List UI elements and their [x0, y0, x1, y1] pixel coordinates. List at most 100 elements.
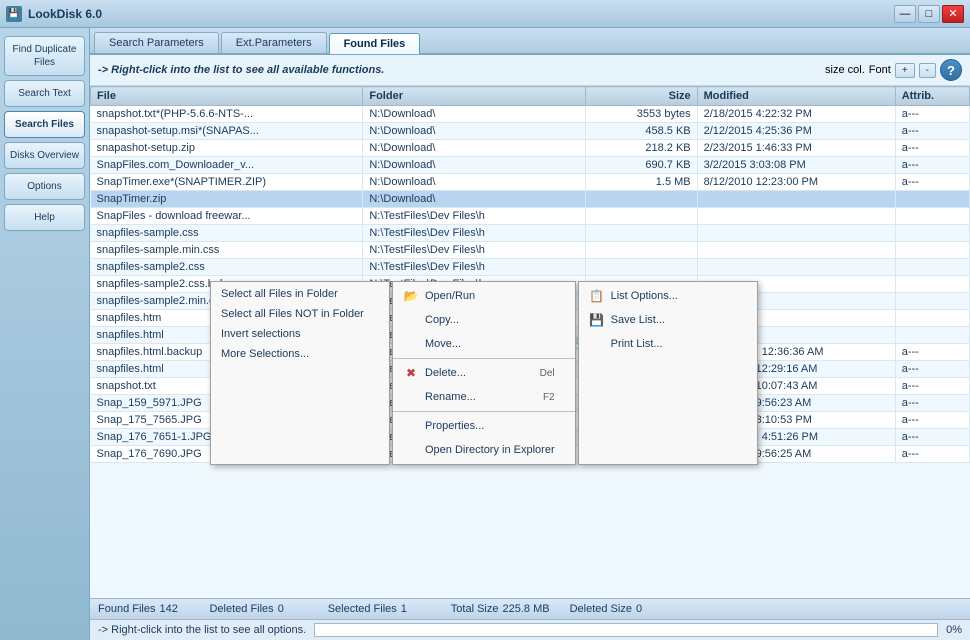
table-cell: a---	[895, 123, 969, 140]
sidebar-item-options[interactable]: Options	[4, 173, 85, 200]
table-cell: SnapTimer.zip	[91, 191, 363, 208]
menu-save-list[interactable]: 💾 Save List...	[579, 308, 757, 332]
table-cell	[895, 242, 969, 259]
app-title: LookDisk 6.0	[28, 7, 102, 21]
menu-print-list[interactable]: Print List...	[579, 332, 757, 356]
table-cell: 458.5 KB	[586, 123, 697, 140]
sidebar-item-search-text[interactable]: Search Text	[4, 80, 85, 107]
delete-icon: ✖	[403, 365, 419, 381]
table-row[interactable]: SnapFiles.com_Downloader_v...N:\Download…	[91, 157, 970, 174]
menu-invert-selections[interactable]: Invert selections	[211, 324, 389, 344]
menu-more-selections[interactable]: More Selections...	[211, 344, 389, 364]
menu-rename[interactable]: Rename... F2	[393, 385, 575, 409]
table-row[interactable]: SnapTimer.zipN:\Download\	[91, 191, 970, 208]
sidebar-item-help[interactable]: Help	[4, 204, 85, 231]
open-run-icon: 📂	[403, 288, 419, 304]
menu-list-options[interactable]: 📋 List Options...	[579, 284, 757, 308]
col-header-file: File	[91, 87, 363, 106]
help-button[interactable]: ?	[940, 59, 962, 81]
statusbar: Found Files 142 Deleted Files 0 Selected…	[90, 598, 970, 619]
table-cell	[895, 276, 969, 293]
progress-bar	[314, 623, 938, 637]
table-cell: a---	[895, 174, 969, 191]
table-cell	[586, 208, 697, 225]
menu-divider-1	[393, 358, 575, 359]
deleted-size-value: 0	[636, 603, 666, 615]
deleted-size-stat: Deleted Size 0	[570, 603, 666, 615]
table-cell: N:\TestFiles\Dev Files\h	[363, 242, 586, 259]
table-row[interactable]: SnapTimer.exe*(SNAPTIMER.ZIP)N:\Download…	[91, 174, 970, 191]
found-files-toolbar: -> Right-click into the list to see all …	[90, 55, 970, 86]
table-cell: a---	[895, 395, 969, 412]
table-cell	[895, 310, 969, 327]
tab-bar: Search Parameters Ext.Parameters Found F…	[90, 28, 970, 55]
table-cell	[586, 259, 697, 276]
menu-select-not-in-folder[interactable]: Select all Files NOT in Folder	[211, 304, 389, 324]
close-button[interactable]: ✕	[942, 5, 964, 23]
found-files-label: Found Files	[98, 603, 155, 615]
sidebar-item-find-duplicate[interactable]: Find Duplicate Files	[4, 36, 85, 76]
table-cell: snapfiles-sample.css	[91, 225, 363, 242]
table-cell: N:\Download\	[363, 157, 586, 174]
table-cell: a---	[895, 140, 969, 157]
table-cell: a---	[895, 344, 969, 361]
deleted-files-stat: Deleted Files 0	[209, 603, 307, 615]
deleted-size-label: Deleted Size	[570, 603, 632, 615]
statusbar-row: Found Files 142 Deleted Files 0 Selected…	[98, 603, 962, 615]
file-table-container: File Folder Size Modified Attrib. snapsh…	[90, 86, 970, 598]
tab-search-parameters[interactable]: Search Parameters	[94, 32, 219, 53]
tab-found-files[interactable]: Found Files	[329, 33, 421, 54]
selected-files-value: 1	[401, 603, 431, 615]
font-minus-button[interactable]: -	[919, 63, 936, 78]
font-label: Font	[869, 64, 891, 76]
restore-button[interactable]: □	[918, 5, 940, 23]
toolbar-right: size col. Font + - ?	[825, 59, 962, 81]
app-icon: 💾	[6, 6, 22, 22]
found-files-value: 142	[159, 603, 189, 615]
save-list-icon: 💾	[589, 312, 605, 328]
rename-icon	[403, 389, 419, 405]
table-cell: N:\Download\	[363, 123, 586, 140]
table-cell: N:\Download\	[363, 140, 586, 157]
table-cell: N:\Download\	[363, 191, 586, 208]
table-row[interactable]: snapfiles-sample2.cssN:\TestFiles\Dev Fi…	[91, 259, 970, 276]
table-row[interactable]: snapfiles-sample.min.cssN:\TestFiles\Dev…	[91, 242, 970, 259]
col-header-attrib: Attrib.	[895, 87, 969, 106]
toolbar-info-text: -> Right-click into the list to see all …	[98, 64, 384, 76]
rename-shortcut: F2	[523, 392, 555, 403]
table-cell	[697, 208, 895, 225]
col-header-folder: Folder	[363, 87, 586, 106]
found-files-stat: Found Files 142	[98, 603, 189, 615]
table-cell: N:\Download\	[363, 174, 586, 191]
context-menu-file-ops: 📂 Open/Run Copy... Move... ✖ Delete.	[392, 281, 576, 465]
table-cell	[586, 225, 697, 242]
menu-select-all-in-folder[interactable]: Select all Files in Folder	[211, 284, 389, 304]
table-row[interactable]: snapshot.txt*(PHP-5.6.6-NTS-...N:\Downlo…	[91, 106, 970, 123]
menu-move[interactable]: Move...	[393, 332, 575, 356]
table-header-row: File Folder Size Modified Attrib.	[91, 87, 970, 106]
table-cell: SnapTimer.exe*(SNAPTIMER.ZIP)	[91, 174, 363, 191]
menu-open-run[interactable]: 📂 Open/Run	[393, 284, 575, 308]
menu-properties[interactable]: Properties...	[393, 414, 575, 438]
menu-open-directory[interactable]: Open Directory in Explorer	[393, 438, 575, 462]
move-icon	[403, 336, 419, 352]
font-plus-button[interactable]: +	[895, 63, 915, 78]
table-row[interactable]: snapashot-setup.msi*(SNAPAS...N:\Downloa…	[91, 123, 970, 140]
table-cell: 2/23/2015 1:46:33 PM	[697, 140, 895, 157]
table-row[interactable]: snapfiles-sample.cssN:\TestFiles\Dev Fil…	[91, 225, 970, 242]
tab-ext-parameters[interactable]: Ext.Parameters	[221, 32, 327, 53]
menu-delete[interactable]: ✖ Delete... Del	[393, 361, 575, 385]
table-cell: snapshot.txt*(PHP-5.6.6-NTS-...	[91, 106, 363, 123]
minimize-button[interactable]: —	[894, 5, 916, 23]
table-cell: 2/18/2015 4:22:32 PM	[697, 106, 895, 123]
table-row[interactable]: snapashot-setup.zipN:\Download\218.2 KB2…	[91, 140, 970, 157]
table-cell: a---	[895, 429, 969, 446]
sidebar-item-disks-overview[interactable]: Disks Overview	[4, 142, 85, 169]
table-row[interactable]: SnapFiles - download freewar...N:\TestFi…	[91, 208, 970, 225]
table-cell: SnapFiles - download freewar...	[91, 208, 363, 225]
table-cell: N:\Download\	[363, 106, 586, 123]
sidebar-item-search-files[interactable]: Search Files	[4, 111, 85, 138]
table-cell	[697, 191, 895, 208]
table-cell	[586, 242, 697, 259]
menu-copy[interactable]: Copy...	[393, 308, 575, 332]
